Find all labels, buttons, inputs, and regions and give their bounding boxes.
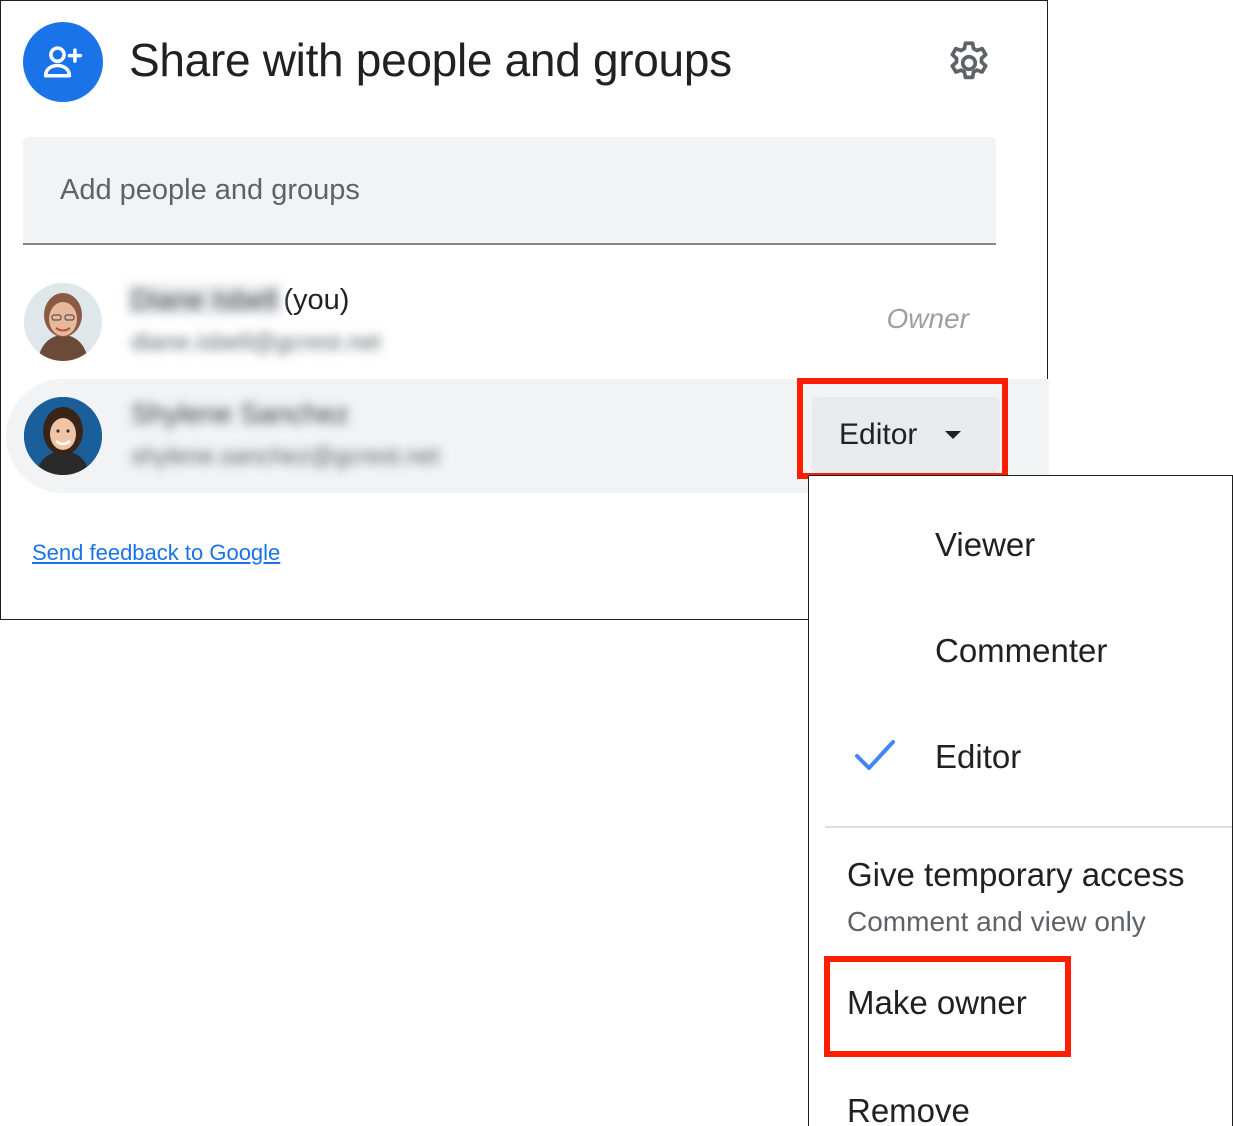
person-email: shylene.sanchez@gcrest.net (131, 443, 440, 470)
send-feedback-link[interactable]: Send feedback to Google (32, 540, 280, 566)
caret-down-icon (945, 431, 962, 439)
menu-item-label: Make owner (847, 984, 1027, 1021)
gear-icon[interactable] (941, 35, 997, 91)
menu-item-temporary-access[interactable]: Give temporary access Comment and view o… (809, 848, 1232, 944)
person-name: Shylene Sanchez (131, 398, 349, 429)
menu-item-label: Viewer (935, 526, 1036, 563)
menu-item-sublabel: Comment and view only (847, 906, 1146, 937)
menu-item-make-owner[interactable]: Make owner (809, 964, 1232, 1044)
dialog-title: Share with people and groups (129, 34, 732, 86)
person-add-icon (23, 22, 103, 102)
role-menu: Viewer Commenter Editor Give temporary a… (808, 475, 1233, 1126)
person-email: diane.isbell@gcrest.net (131, 329, 381, 356)
role-dropdown-button[interactable]: Editor (812, 397, 1000, 473)
avatar (24, 397, 102, 475)
menu-item-label: Give temporary access (847, 856, 1185, 893)
menu-item-label: Remove (847, 1092, 970, 1126)
add-people-input[interactable] (23, 137, 996, 243)
person-row-owner: Diane Isbell (you) diane.isbell@gcrest.n… (6, 265, 1049, 379)
menu-item-viewer[interactable]: Viewer (809, 504, 1232, 584)
menu-item-commenter[interactable]: Commenter (809, 610, 1232, 690)
check-icon (855, 740, 895, 770)
menu-divider (825, 826, 1232, 828)
add-people-field[interactable] (23, 137, 996, 245)
avatar (24, 283, 102, 361)
menu-item-label: Editor (935, 738, 1022, 775)
person-name: Diane Isbell (127, 284, 282, 316)
you-label: (you) (283, 283, 350, 316)
menu-item-label: Commenter (935, 632, 1108, 669)
owner-role-label: Owner (886, 303, 969, 334)
menu-item-remove[interactable]: Remove (809, 1076, 1232, 1126)
role-dropdown-label: Editor (839, 418, 918, 451)
